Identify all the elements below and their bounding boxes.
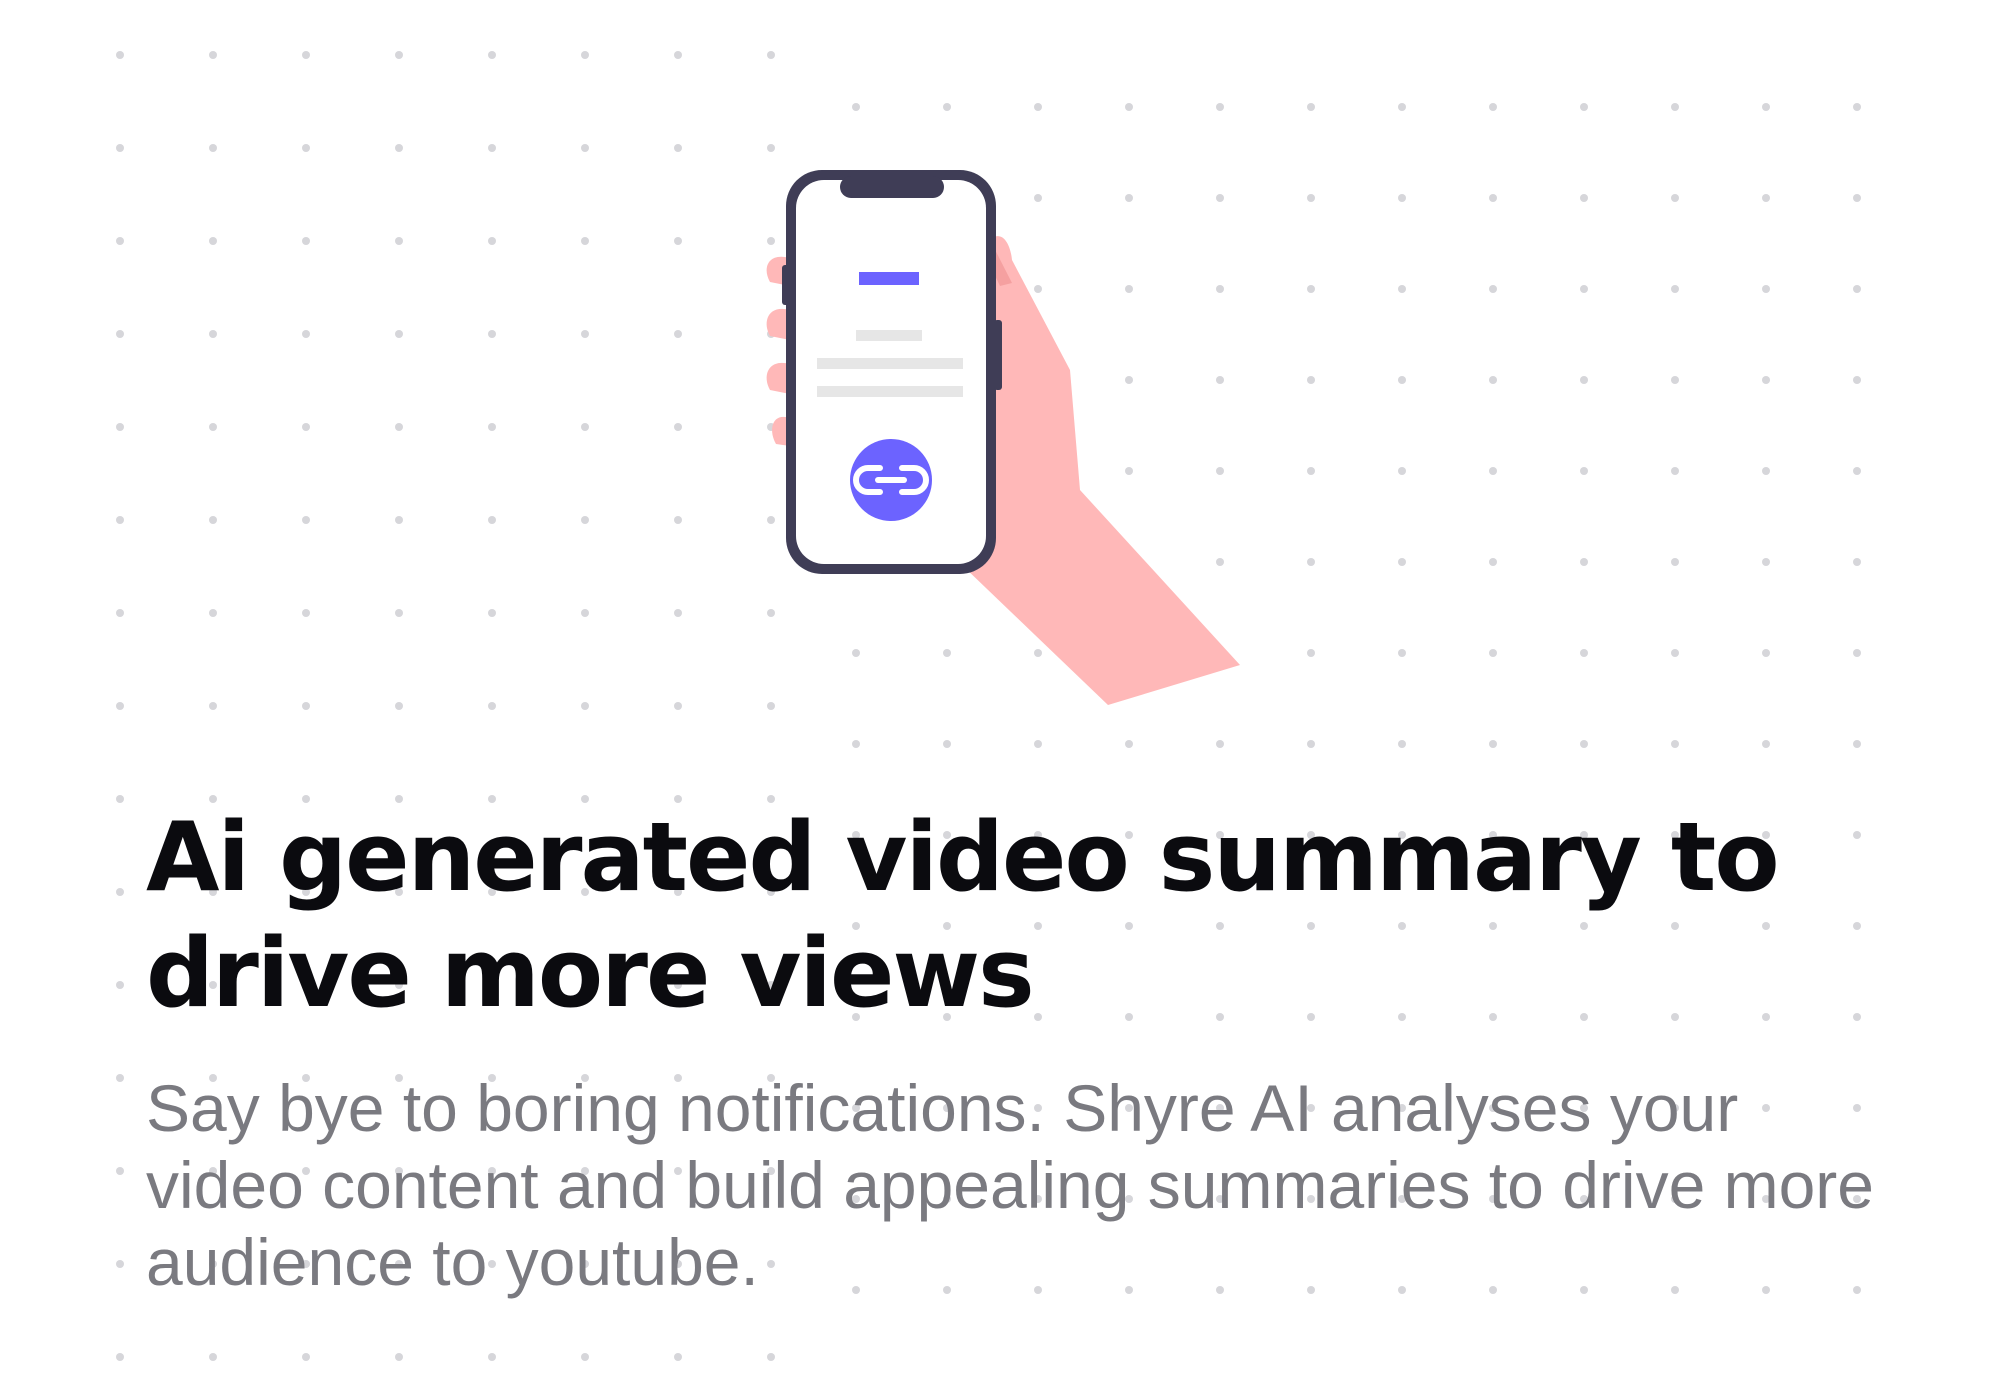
screen-title-bar	[859, 272, 919, 285]
link-button[interactable]	[850, 439, 932, 521]
hand-shape	[962, 236, 1240, 705]
card-description: Say bye to boring notifications. Shyre A…	[146, 1071, 1874, 1299]
phone-side-button-right	[994, 320, 1002, 390]
card-title: Ai generated video summary to drive more…	[146, 803, 1780, 1029]
phone-side-button	[782, 265, 790, 305]
phone-notch	[840, 176, 944, 198]
screen-text-line-2	[817, 386, 963, 397]
screen-text-line-short	[856, 330, 922, 341]
screen-text-line-1	[817, 358, 963, 369]
